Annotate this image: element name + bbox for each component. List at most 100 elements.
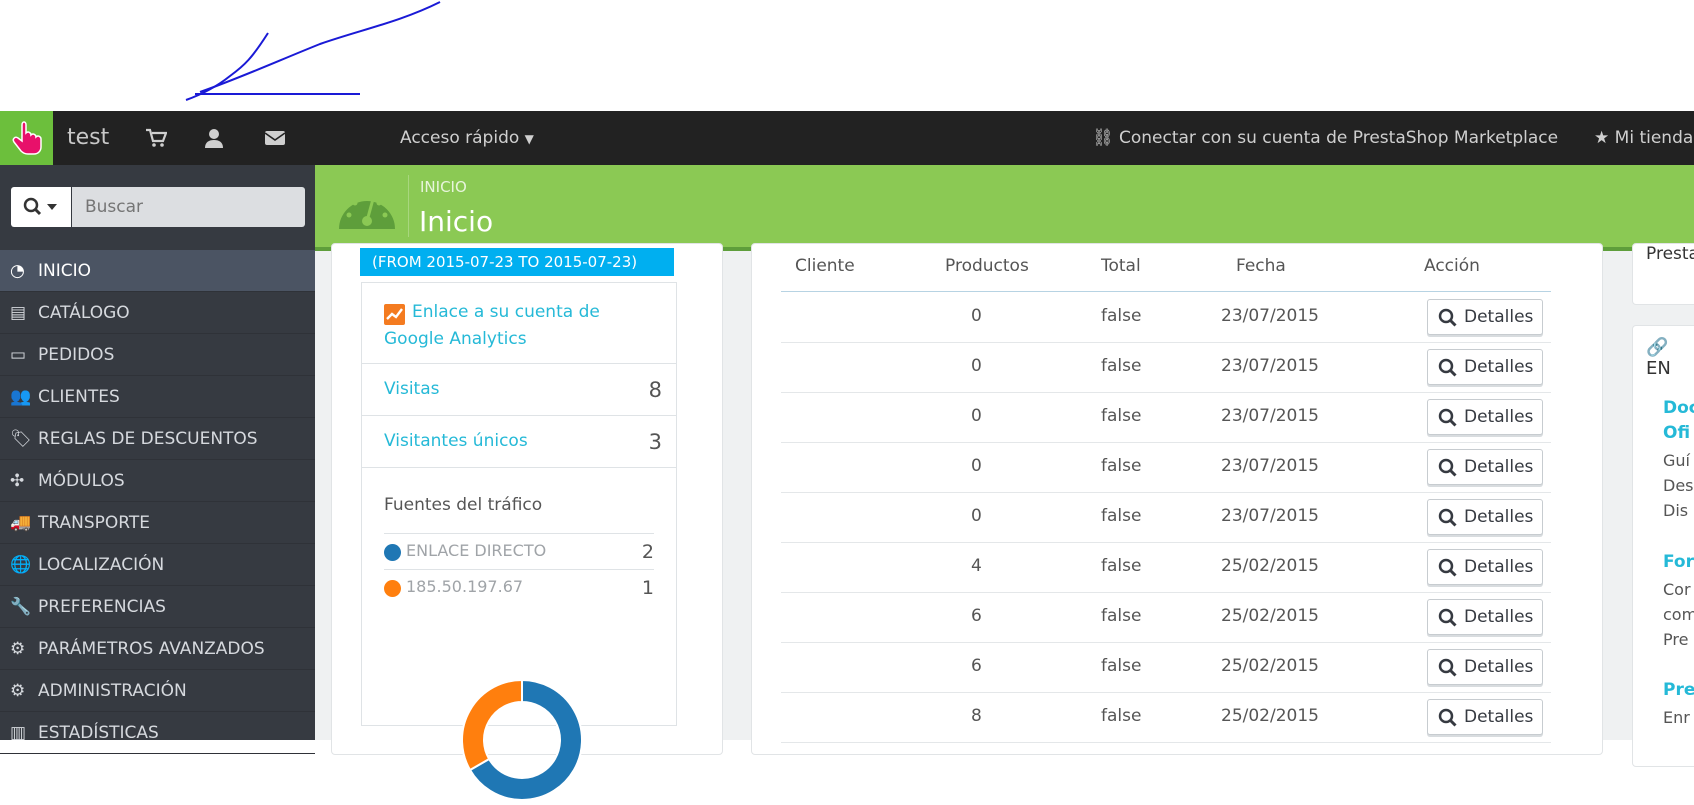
- search-box: [11, 187, 305, 227]
- search-input[interactable]: [72, 187, 305, 227]
- cell-products: 0: [971, 506, 982, 526]
- table-row: 0 false 23/07/2015 Detalles: [781, 492, 1551, 543]
- table-row: 6 false 25/02/2015 Detalles: [781, 642, 1551, 693]
- col-header-action: Acción: [1424, 256, 1480, 276]
- col-header-date[interactable]: Fecha: [1236, 256, 1286, 276]
- col-header-client[interactable]: Cliente: [795, 256, 855, 276]
- search-icon: [1438, 558, 1457, 577]
- header-divider: [408, 175, 409, 237]
- donut-slice[interactable]: [461, 678, 523, 772]
- quick-access-label: Acceso rápido: [400, 128, 520, 148]
- prestashop-logo[interactable]: [0, 111, 53, 165]
- google-analytics-link[interactable]: Enlace a su cuenta de Google Analytics: [384, 299, 654, 353]
- sidebar-item[interactable]: ◔ INICIO: [0, 250, 315, 292]
- cell-products: 0: [971, 406, 982, 426]
- cart-icon[interactable]: [145, 127, 167, 149]
- table-row: 0 false 23/07/2015 Detalles: [781, 392, 1551, 443]
- top-navbar: test Acceso rápido ▼ ⛓ Conectar con su c…: [0, 111, 1694, 165]
- sidebar-item[interactable]: 🚚 TRANSPORTE: [0, 502, 315, 544]
- details-button[interactable]: Detalles: [1427, 499, 1543, 535]
- cell-products: 0: [971, 456, 982, 476]
- table-row: 0 false 23/07/2015 Detalles: [781, 442, 1551, 493]
- search-icon: [1438, 358, 1457, 377]
- table-row: 6 false 25/02/2015 Detalles: [781, 592, 1551, 643]
- cell-products: 8: [971, 706, 982, 726]
- sidebar-item-label: PARÁMETROS AVANZADOS: [38, 639, 265, 659]
- col-header-total[interactable]: Total: [1101, 256, 1141, 276]
- links-panel: [1632, 325, 1694, 767]
- envelope-icon[interactable]: [264, 127, 286, 149]
- details-button[interactable]: Detalles: [1427, 449, 1543, 485]
- search-icon: [1438, 308, 1457, 327]
- dashboard-icon: ◔: [10, 261, 25, 281]
- sidebar-item[interactable]: ▥ ESTADÍSTICAS: [0, 712, 315, 754]
- details-button[interactable]: Detalles: [1427, 399, 1543, 435]
- shop-name-link[interactable]: test: [67, 125, 109, 150]
- details-button[interactable]: Detalles: [1427, 599, 1543, 635]
- cell-date: 23/07/2015: [1221, 506, 1319, 526]
- breadcrumb[interactable]: INICIO: [420, 178, 467, 196]
- table-row: 8 false 25/02/2015 Detalles: [781, 692, 1551, 743]
- details-button[interactable]: Detalles: [1427, 699, 1543, 735]
- cell-date: 23/07/2015: [1221, 356, 1319, 376]
- table-row: 0 false 23/07/2015 Detalles: [781, 342, 1551, 393]
- legend-dot: [384, 580, 401, 597]
- cell-total: false: [1101, 706, 1142, 726]
- cell-date: 25/02/2015: [1221, 656, 1319, 676]
- cell-products: 6: [971, 656, 982, 676]
- truck-icon: 🚚: [10, 513, 32, 533]
- globe-icon: 🌐: [10, 555, 32, 575]
- search-icon: [1438, 458, 1457, 477]
- unique-visitors-row: Visitantes únicos 3: [362, 415, 676, 468]
- quick-access-dropdown[interactable]: Acceso rápido ▼: [400, 128, 534, 148]
- doc-link[interactable]: Doc: [1663, 398, 1694, 418]
- pre-text-1: Enr: [1663, 708, 1690, 727]
- marketplace-connect-link[interactable]: ⛓ Conectar con su cuenta de PrestaShop M…: [1092, 128, 1558, 148]
- details-button[interactable]: Detalles: [1427, 549, 1543, 585]
- sidebar-item[interactable]: ▭ PEDIDOS: [0, 334, 315, 376]
- details-button[interactable]: Detalles: [1427, 299, 1543, 335]
- analytics-box: Enlace a su cuenta de Google Analytics V…: [361, 282, 677, 801]
- details-label: Detalles: [1464, 557, 1534, 577]
- sidebar-item[interactable]: ✣ MÓDULOS: [0, 460, 315, 502]
- visits-row: Visitas 8: [362, 363, 676, 416]
- search-icon: [1438, 708, 1457, 727]
- sidebar-item[interactable]: 🔧 PREFERENCIAS: [0, 586, 315, 628]
- hand-pointer-icon: [12, 121, 42, 155]
- cell-total: false: [1101, 356, 1142, 376]
- details-button[interactable]: Detalles: [1427, 349, 1543, 385]
- sidebar-item[interactable]: 🏷 REGLAS DE DESCUENTOS: [0, 418, 315, 460]
- sidebar-item-label: INICIO: [38, 261, 92, 281]
- sidebar-item-label: CATÁLOGO: [38, 303, 130, 323]
- sidebar-item[interactable]: 👥 CLIENTES: [0, 376, 315, 418]
- sidebar-item[interactable]: ⚙ PARÁMETROS AVANZADOS: [0, 628, 315, 670]
- pre-link[interactable]: Pre: [1663, 680, 1694, 700]
- table-row: 4 false 25/02/2015 Detalles: [781, 542, 1551, 593]
- cell-total: false: [1101, 306, 1142, 326]
- dashboard-gauge-icon: [339, 198, 395, 229]
- details-label: Detalles: [1464, 507, 1534, 527]
- unique-visitors-label[interactable]: Visitantes únicos: [384, 431, 528, 451]
- search-icon: [23, 197, 57, 216]
- details-button[interactable]: Detalles: [1427, 649, 1543, 685]
- links-heading: 🔗 EN: [1646, 337, 1694, 379]
- forum-link[interactable]: For: [1663, 552, 1694, 572]
- credit-card-icon: ▭: [10, 345, 27, 365]
- cell-products: 0: [971, 306, 982, 326]
- sidebar-item[interactable]: ⚙ ADMINISTRACIÓN: [0, 670, 315, 712]
- my-store-link[interactable]: ★ Mi tienda: [1594, 128, 1693, 148]
- traffic-donut-chart: [461, 678, 583, 801]
- traffic-source-count: 1: [641, 577, 654, 599]
- user-icon[interactable]: [203, 127, 225, 149]
- page-title: Inicio: [419, 205, 494, 238]
- sidebar-item[interactable]: ▤ CATÁLOGO: [0, 292, 315, 334]
- forum-text-2: com: [1663, 605, 1694, 624]
- sidebar-item[interactable]: 🌐 LOCALIZACIÓN: [0, 544, 315, 586]
- marketplace-label: Conectar con su cuenta de PrestaShop Mar…: [1119, 128, 1559, 148]
- traffic-sources-title: Fuentes del tráfico: [384, 495, 543, 515]
- visits-label[interactable]: Visitas: [384, 379, 440, 399]
- search-type-button[interactable]: [11, 187, 71, 227]
- col-header-products[interactable]: Productos: [945, 256, 1029, 276]
- search-icon: [1438, 658, 1457, 677]
- doc-link-line2[interactable]: Ofi: [1663, 423, 1690, 443]
